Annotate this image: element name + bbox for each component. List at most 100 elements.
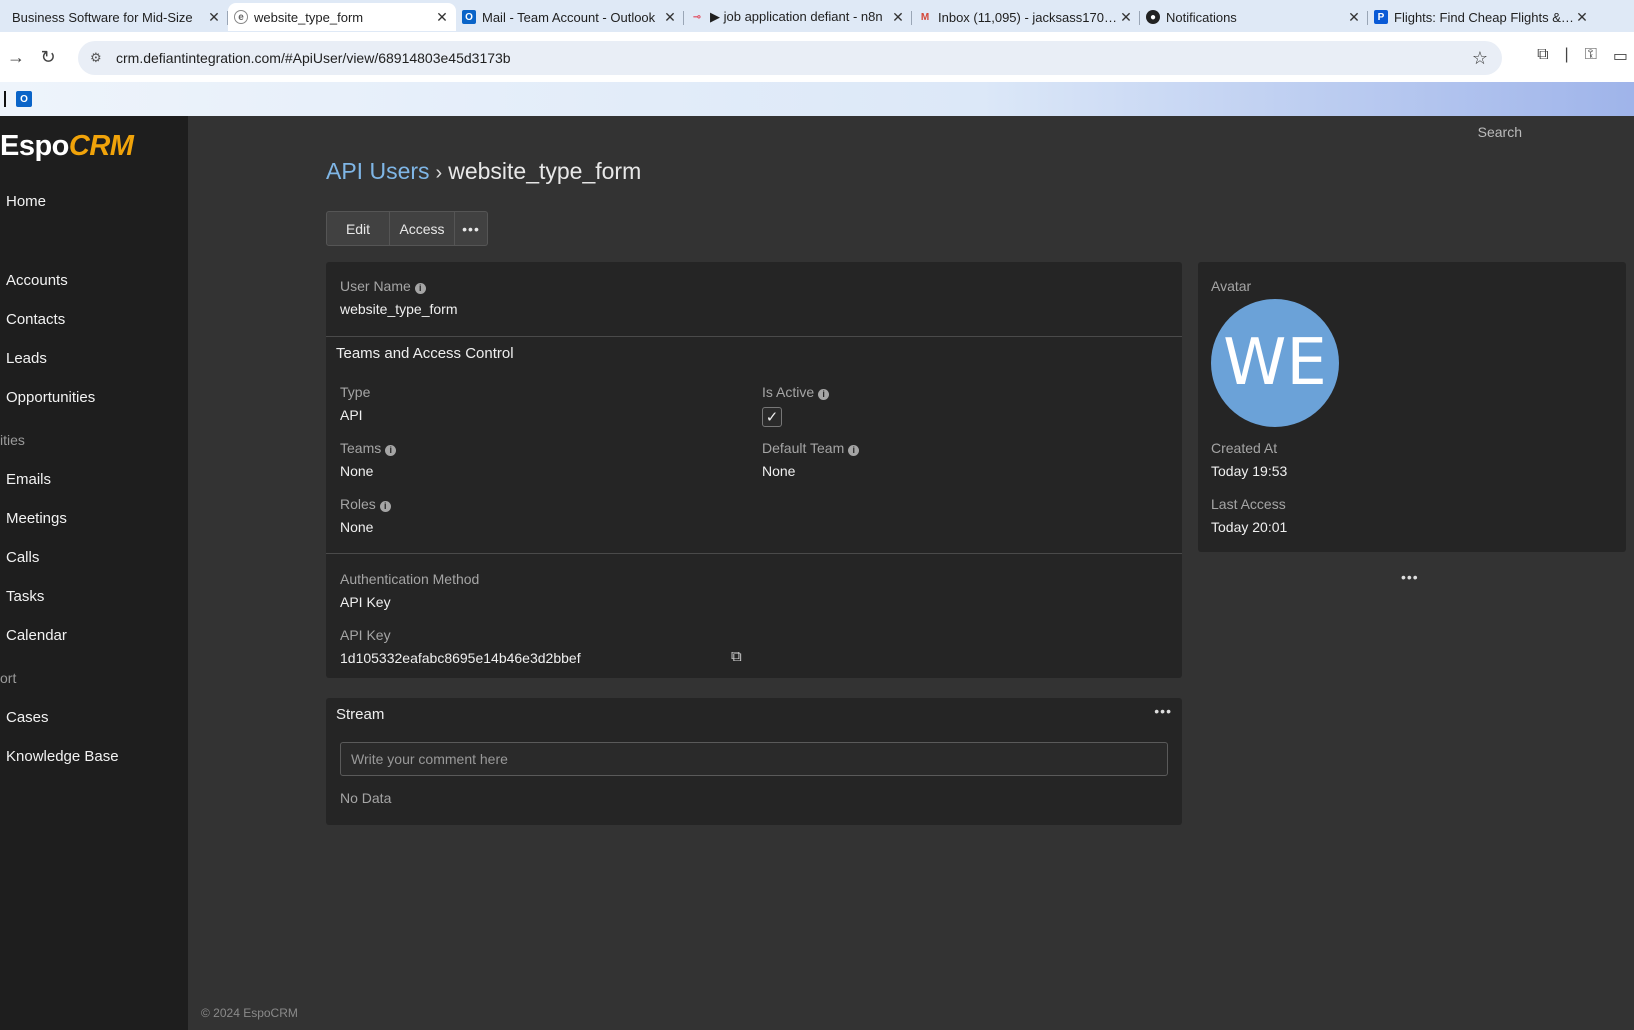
- browser-tab-1[interactable]: Business Software for Mid-Size ✕: [0, 3, 228, 31]
- info-icon[interactable]: i: [414, 282, 426, 294]
- sidebar-group-support[interactable]: ort: [0, 670, 16, 686]
- stream-panel: Stream ••• No Data: [326, 698, 1182, 825]
- tab-title: Business Software for Mid-Size: [12, 9, 193, 25]
- outlook-icon: O: [462, 10, 476, 24]
- browser-tab-6[interactable]: ● Notifications ✕: [1140, 3, 1368, 31]
- info-icon[interactable]: i: [379, 500, 391, 512]
- breadcrumb-separator: ›: [435, 162, 443, 184]
- stream-empty-text: No Data: [340, 790, 392, 806]
- label-text: Teams: [340, 440, 382, 456]
- record-action-buttons: Edit Access •••: [326, 211, 488, 246]
- outlook-bookmark-icon[interactable]: O: [16, 91, 32, 107]
- extensions-icon[interactable]: ⧉: [1537, 46, 1548, 66]
- url-text: crm.defiantintegration.com/#ApiUser/view…: [116, 50, 511, 66]
- global-search[interactable]: Search: [1478, 124, 1522, 140]
- browser-tab-3[interactable]: O Mail - Team Account - Outlook ✕: [456, 3, 684, 31]
- label-text: Roles: [340, 496, 376, 512]
- roles-label: Roles i: [340, 496, 391, 512]
- side-panel-more-button[interactable]: •••: [1401, 569, 1419, 585]
- label-text: Default Team: [762, 440, 845, 456]
- sidebar-item-contacts[interactable]: Contacts: [6, 311, 65, 328]
- sidebar-item-leads[interactable]: Leads: [6, 350, 47, 367]
- sidebar-item-calendar[interactable]: Calendar: [6, 627, 67, 644]
- is-active-label: Is Active i: [762, 384, 830, 400]
- label-text: Is Active: [762, 384, 815, 400]
- browser-tab-2[interactable]: e website_type_form ✕: [228, 3, 456, 31]
- copy-icon[interactable]: ⧉: [731, 648, 747, 666]
- auth-method-label: Authentication Method: [340, 571, 480, 587]
- browser-tab-7[interactable]: P Flights: Find Cheap Flights & Ai ✕: [1368, 3, 1596, 31]
- sidebar-item-meetings[interactable]: Meetings: [6, 510, 67, 527]
- close-icon[interactable]: ✕: [206, 9, 222, 26]
- info-icon[interactable]: i: [848, 444, 860, 456]
- close-icon[interactable]: ✕: [1346, 9, 1362, 26]
- close-icon[interactable]: ✕: [434, 9, 450, 26]
- user-name-value: website_type_form: [340, 301, 458, 317]
- info-icon[interactable]: i: [818, 388, 830, 400]
- browser-tab-4[interactable]: ⊸ ▶ job application defiant - n8n ✕: [684, 3, 912, 31]
- sidebar-item-emails[interactable]: Emails: [6, 471, 51, 488]
- card-icon[interactable]: ▭: [1613, 46, 1628, 66]
- sidebar-group-activities[interactable]: ities: [0, 432, 25, 448]
- sidebar-item-opportunities[interactable]: Opportunities: [6, 389, 95, 406]
- site-settings-icon[interactable]: ⚙: [90, 50, 106, 66]
- teams-value: None: [340, 463, 374, 479]
- api-key-value: 1d105332eafabc8695e14b46e3d2bbef: [340, 650, 581, 666]
- footer-copyright: © 2024 EspoCRM: [201, 1006, 298, 1020]
- tab-title: ▶ job application defiant - n8n: [710, 9, 883, 24]
- close-icon[interactable]: ✕: [890, 9, 906, 26]
- last-access-value: Today 20:01: [1211, 519, 1288, 535]
- comment-input[interactable]: [340, 742, 1168, 776]
- info-icon[interactable]: i: [385, 444, 397, 456]
- gmail-icon: M: [920, 11, 930, 23]
- sidebar-item-knowledge-base[interactable]: Knowledge Base: [6, 748, 119, 765]
- roles-value: None: [340, 519, 374, 535]
- bookmark-star-icon[interactable]: ☆: [1472, 48, 1488, 69]
- address-bar[interactable]: ⚙ crm.defiantintegration.com/#ApiUser/vi…: [78, 41, 1502, 75]
- espo-icon: e: [234, 10, 248, 24]
- stream-title: Stream: [336, 706, 385, 723]
- sidebar: EspoCRM Home Accounts Contacts Leads Opp…: [0, 116, 188, 1030]
- priceline-icon: P: [1374, 10, 1388, 24]
- logo-main: Espo: [0, 130, 69, 162]
- browser-tab-5[interactable]: M Inbox (11,095) - jacksass17085 ✕: [912, 3, 1140, 31]
- detail-panel: User Name i website_type_form Teams and A…: [326, 262, 1182, 678]
- close-icon[interactable]: ✕: [1118, 9, 1134, 26]
- access-button[interactable]: Access: [390, 211, 455, 246]
- espocrm-logo[interactable]: EspoCRM: [0, 130, 134, 163]
- edit-button[interactable]: Edit: [326, 211, 390, 246]
- breadcrumb-api-users-link[interactable]: API Users: [326, 158, 430, 184]
- sidebar-item-accounts[interactable]: Accounts: [6, 272, 68, 289]
- side-panel: Avatar WE Created At Today 19:53 Last Ac…: [1198, 262, 1626, 552]
- main-content: Search API Users › website_type_form Edit …: [188, 116, 1634, 1030]
- user-name-label: User Name i: [340, 278, 426, 294]
- divider: [326, 336, 1182, 337]
- bookmark-bar: O: [0, 82, 1634, 116]
- sidebar-item-cases[interactable]: Cases: [6, 709, 49, 726]
- sidebar-item-tasks[interactable]: Tasks: [6, 588, 44, 605]
- github-icon: ●: [1146, 10, 1160, 24]
- default-team-value: None: [762, 463, 796, 479]
- is-active-checkbox: ✓: [762, 407, 782, 427]
- reload-icon[interactable]: ↻: [32, 47, 64, 68]
- n8n-icon: ⊸: [692, 11, 702, 23]
- logo-accent: CRM: [68, 130, 134, 162]
- created-at-label: Created At: [1211, 440, 1278, 456]
- avatar-label: Avatar: [1211, 278, 1252, 294]
- sidebar-item-home[interactable]: Home: [6, 193, 46, 210]
- avatar: WE: [1211, 299, 1339, 427]
- bookmark-separator: [4, 91, 6, 107]
- forward-icon[interactable]: →: [0, 47, 32, 68]
- close-icon[interactable]: ✕: [1574, 9, 1590, 26]
- toolbar-icons: ⧉ | ⚿ ▭: [1537, 46, 1634, 66]
- close-icon[interactable]: ✕: [662, 9, 678, 26]
- label-text: User Name: [340, 278, 411, 294]
- tab-title: Flights: Find Cheap Flights & Ai: [1394, 9, 1574, 25]
- auth-method-value: API Key: [340, 594, 391, 610]
- password-key-icon[interactable]: ⚿: [1585, 46, 1597, 66]
- more-actions-button[interactable]: •••: [455, 211, 488, 246]
- sidebar-item-calls[interactable]: Calls: [6, 549, 39, 566]
- stream-more-button[interactable]: •••: [1154, 703, 1172, 719]
- created-at-value: Today 19:53: [1211, 463, 1288, 479]
- browser-toolbar: → ↻ ⚙ crm.defiantintegration.com/#ApiUse…: [0, 32, 1634, 82]
